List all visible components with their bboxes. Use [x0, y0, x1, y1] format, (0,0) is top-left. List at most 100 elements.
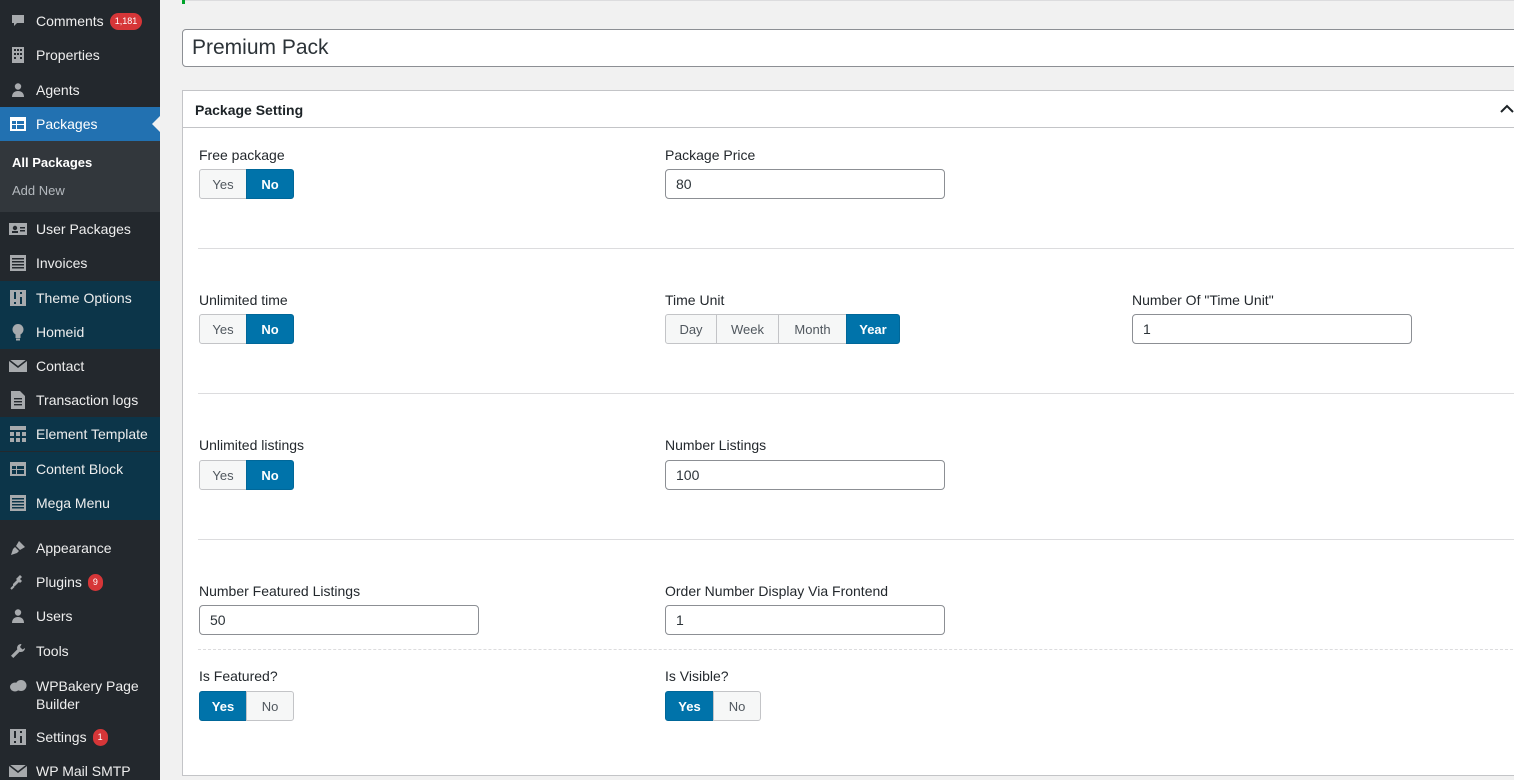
menu-settings[interactable]: Settings 1: [0, 720, 160, 754]
admin-sidebar: Comments 1,181 Properties Agents Package…: [0, 0, 160, 780]
layout-icon: [0, 426, 36, 442]
menu-theme-options[interactable]: Theme Options: [0, 281, 160, 315]
sliders-icon: [0, 290, 36, 306]
person-icon: [0, 82, 36, 98]
section-divider: [198, 539, 1514, 540]
menu-label: Transaction logs: [36, 392, 139, 408]
submenu-all-packages[interactable]: All Packages: [12, 155, 92, 170]
free-package-label: Free package: [199, 147, 285, 163]
menu-invoices[interactable]: Invoices: [0, 246, 160, 280]
menu-label: Contact: [36, 358, 85, 374]
is-featured-yes-button[interactable]: Yes: [199, 691, 247, 721]
free-package-no-button[interactable]: No: [246, 169, 294, 199]
menu-agents[interactable]: Agents: [0, 73, 160, 107]
menu-homeid[interactable]: Homeid: [0, 315, 160, 349]
unlimited-time-no-button[interactable]: No: [246, 314, 294, 344]
menu-tools[interactable]: Tools: [0, 634, 160, 668]
featured-listings-label: Number Featured Listings: [199, 583, 361, 599]
unlimited-listings-no-button[interactable]: No: [246, 460, 294, 490]
package-price-label: Package Price: [665, 147, 756, 163]
unlimited-time-label: Unlimited time: [199, 292, 288, 308]
section-divider: [198, 649, 1514, 650]
unlimited-listings-label: Unlimited listings: [199, 437, 305, 453]
menu-packages[interactable]: Packages: [0, 107, 160, 141]
menu-contact[interactable]: Contact: [0, 349, 160, 383]
building-icon: [0, 46, 36, 64]
menu-label: Agents: [36, 82, 80, 98]
menu-properties[interactable]: Properties: [0, 38, 160, 72]
post-title-input[interactable]: Premium Pack: [182, 29, 1514, 67]
menu-transaction-logs[interactable]: Transaction logs: [0, 383, 160, 417]
menu-element-template[interactable]: Element Template: [0, 417, 160, 451]
number-listings-input[interactable]: 100: [665, 460, 945, 490]
comments-count-badge: 1,181: [109, 12, 143, 30]
brush-icon: [0, 540, 36, 556]
lightbulb-icon: [0, 323, 36, 341]
plugins-update-badge: 9: [87, 573, 103, 591]
menu-label: Mega Menu: [36, 495, 110, 511]
section-divider: [198, 248, 1514, 249]
menu-comments[interactable]: Comments 1,181: [0, 4, 160, 38]
notice-box-edge: [182, 0, 1514, 4]
menu-label: Plugins: [36, 574, 82, 590]
time-unit-label: Time Unit: [665, 292, 725, 308]
plug-icon: [0, 574, 36, 590]
active-menu-arrow: [152, 116, 160, 132]
id-card-icon: [0, 222, 36, 236]
submenu-add-new[interactable]: Add New: [12, 183, 65, 198]
menu-plugins[interactable]: Plugins 9: [0, 565, 160, 599]
metabox-title: Package Setting: [195, 102, 304, 118]
number-time-unit-label: Number Of "Time Unit": [1132, 292, 1274, 308]
menu-wpbakery[interactable]: WPBakery Page Builder: [0, 677, 160, 713]
menu-label: Settings: [36, 729, 87, 745]
table-icon: [0, 462, 36, 476]
unlimited-time-yes-button[interactable]: Yes: [199, 314, 247, 344]
menu-label: Properties: [36, 47, 100, 63]
is-visible-yes-button[interactable]: Yes: [665, 691, 714, 721]
package-price-input[interactable]: 80: [665, 169, 945, 199]
unlimited-time-toggle: Yes No: [199, 314, 294, 344]
menu-label: Homeid: [36, 324, 85, 340]
menu-users[interactable]: Users: [0, 599, 160, 633]
time-unit-year-button[interactable]: Year: [846, 314, 900, 344]
packages-submenu: All Packages Add New: [0, 141, 160, 212]
number-listings-label: Number Listings: [665, 437, 767, 453]
menu-mega-menu[interactable]: Mega Menu: [0, 486, 160, 520]
unlimited-listings-toggle: Yes No: [199, 460, 294, 490]
settings-sliders-icon: [0, 729, 36, 745]
menu-appearance[interactable]: Appearance: [0, 531, 160, 565]
order-number-input[interactable]: 1: [665, 605, 945, 635]
free-package-yes-button[interactable]: Yes: [199, 169, 247, 199]
is-visible-no-button[interactable]: No: [713, 691, 761, 721]
menu-label: Users: [36, 608, 73, 624]
is-visible-label: Is Visible?: [665, 668, 729, 684]
menu-content-block[interactable]: Content Block: [0, 452, 160, 486]
cloud-icon: [0, 679, 36, 693]
menu-user-packages[interactable]: User Packages: [0, 212, 160, 246]
unlimited-listings-yes-button[interactable]: Yes: [199, 460, 247, 490]
time-unit-month-button[interactable]: Month: [778, 314, 847, 344]
menu-label: Element Template: [36, 426, 148, 442]
document-icon: [0, 391, 36, 409]
time-unit-day-button[interactable]: Day: [665, 314, 717, 344]
wrench-icon: [0, 643, 36, 659]
package-setting-metabox: Package Setting Free package Yes No Pack…: [182, 90, 1514, 776]
is-featured-no-button[interactable]: No: [246, 691, 294, 721]
metabox-header[interactable]: Package Setting: [183, 91, 1514, 128]
time-unit-selector: Day Week Month Year: [665, 314, 900, 344]
list-icon: [0, 255, 36, 271]
notice-success-bar: [182, 0, 185, 4]
menu-label: Invoices: [36, 255, 88, 271]
section-divider: [198, 393, 1514, 394]
is-visible-toggle: Yes No: [665, 691, 761, 721]
menu-label: Packages: [36, 116, 98, 132]
menu-label: Appearance: [36, 540, 112, 556]
table-icon: [0, 117, 36, 131]
time-unit-week-button[interactable]: Week: [716, 314, 779, 344]
menu-label: User Packages: [36, 221, 131, 237]
featured-listings-input[interactable]: 50: [199, 605, 479, 635]
number-time-unit-input[interactable]: 1: [1132, 314, 1412, 344]
order-number-label: Order Number Display Via Frontend: [665, 583, 889, 599]
menu-wp-mail-smtp[interactable]: WP Mail SMTP: [0, 754, 160, 780]
chevron-up-icon[interactable]: [1499, 101, 1514, 117]
